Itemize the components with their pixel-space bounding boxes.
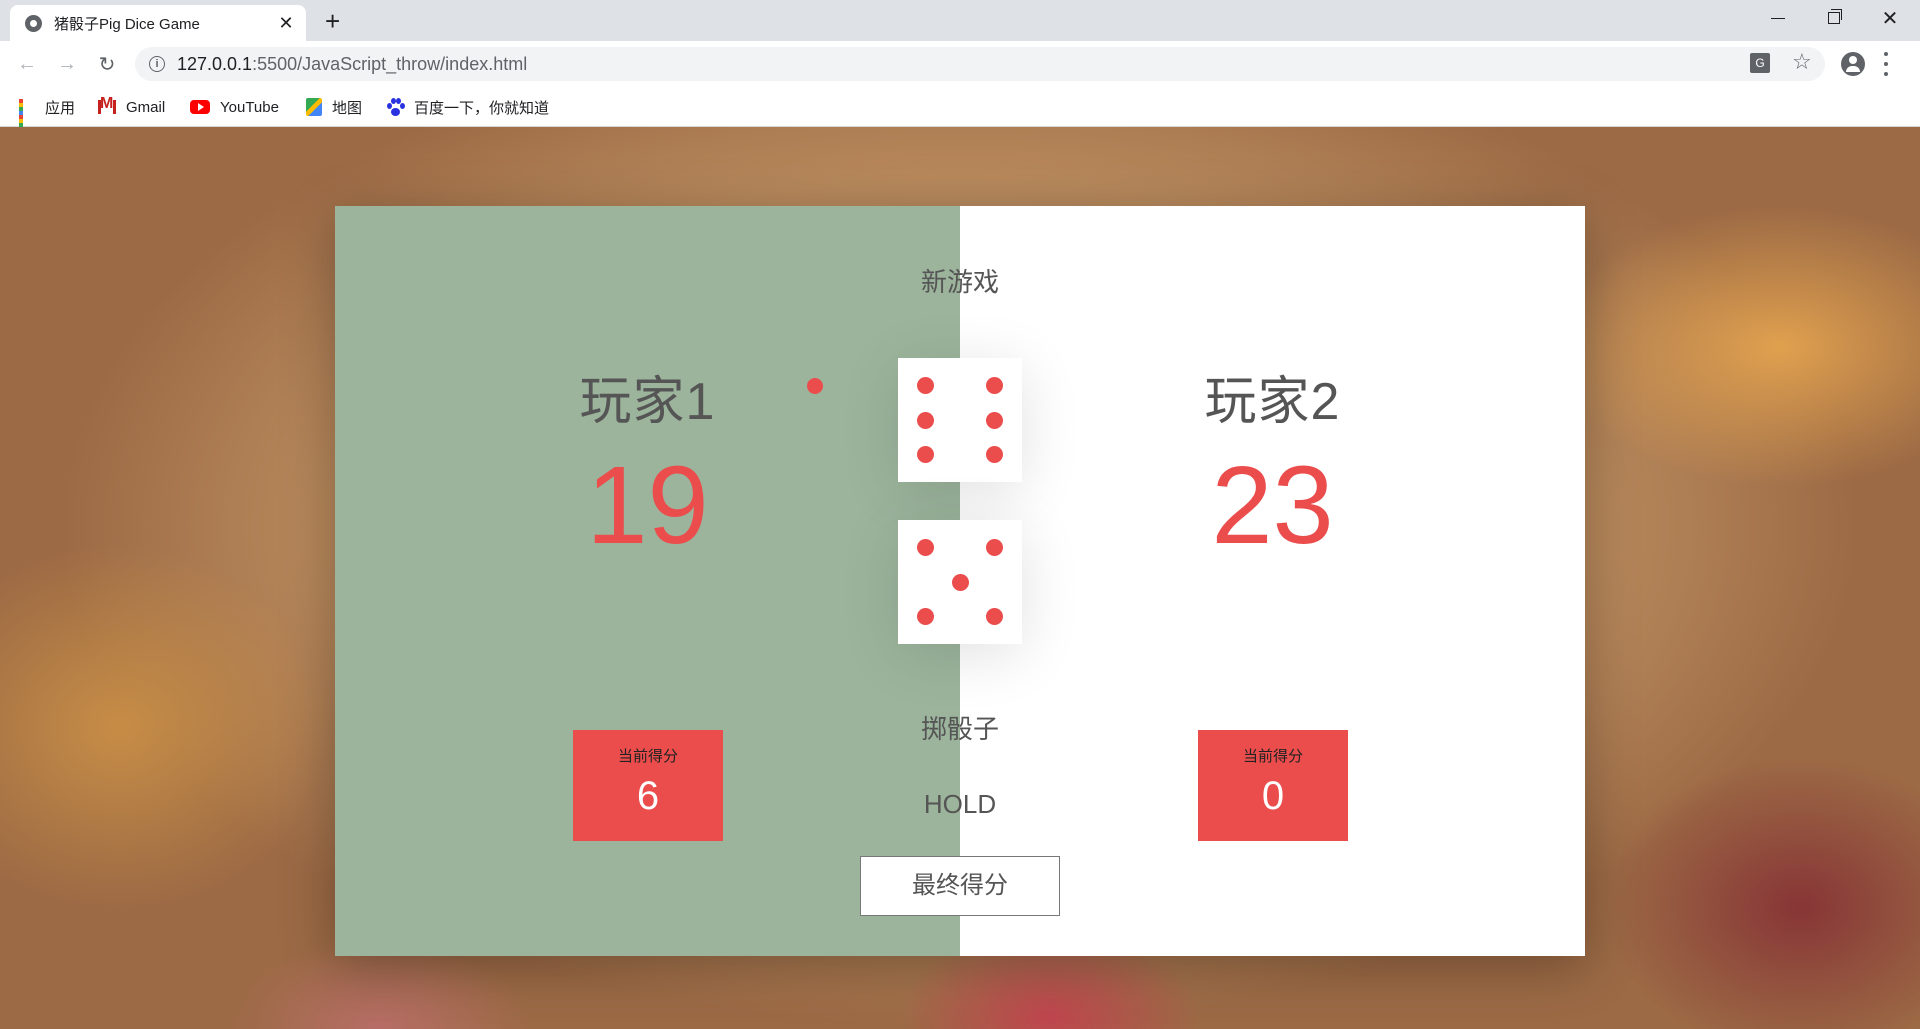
back-button[interactable]: ←	[12, 49, 42, 79]
bookmark-gmail[interactable]: Gmail	[98, 95, 165, 119]
dice-pip	[986, 538, 1004, 556]
tab-strip: 猪骰子Pig Dice Game ✕ + ✕	[0, 0, 1920, 41]
bookmark-label: 应用	[45, 99, 76, 117]
dice-pip	[916, 411, 934, 429]
player-2-score: 23	[1211, 444, 1334, 567]
dice-pip	[916, 608, 934, 626]
bookmark-maps[interactable]: 地图	[306, 95, 362, 119]
bookmark-label: 百度一下，你就知道	[414, 99, 550, 117]
dice-pip	[986, 376, 1004, 394]
restore-window-button[interactable]	[1806, 0, 1862, 36]
browser-toolbar: ← → ↻ i 127.0.0.1:5500/JavaScript_throw/…	[0, 41, 1920, 87]
forward-button[interactable]: →	[52, 49, 82, 79]
dice-pip	[986, 411, 1004, 429]
bookmark-baidu[interactable]: 百度一下，你就知道	[386, 95, 549, 119]
reload-button[interactable]: ↻	[92, 49, 122, 79]
dice-pip	[916, 538, 934, 556]
bookmark-apps[interactable]: 应用	[19, 95, 76, 135]
current-score-label: 当前得分	[1242, 748, 1303, 765]
youtube-icon	[190, 100, 210, 114]
dice-1	[898, 358, 1022, 482]
player-1-panel: 玩家1 19 当前得分 6	[335, 206, 960, 956]
apps-icon	[19, 99, 35, 135]
gmail-icon	[98, 95, 116, 114]
site-info-icon[interactable]: i	[149, 56, 165, 72]
dice-pip	[986, 446, 1004, 464]
final-score-button[interactable]: 最终得分	[860, 856, 1060, 916]
bookmarks-bar: 应用 Gmail YouTube 地图 百度一下，你就知道	[0, 87, 1920, 135]
maps-icon	[306, 98, 322, 116]
url-text[interactable]: 127.0.0.1:5500/JavaScript_throw/index.ht…	[177, 54, 527, 75]
close-window-button[interactable]: ✕	[1862, 0, 1918, 36]
dice-pip	[916, 376, 934, 394]
dice-pip	[951, 573, 969, 591]
player-2-name: 玩家2	[1204, 373, 1341, 431]
browser-menu-icon[interactable]	[1884, 52, 1888, 76]
minimize-icon	[1771, 17, 1785, 19]
new-game-button[interactable]: 新游戏	[335, 261, 1585, 300]
address-bar[interactable]: i 127.0.0.1:5500/JavaScript_throw/index.…	[135, 47, 1825, 81]
dice-pip	[986, 608, 1004, 626]
hold-button[interactable]: HOLD	[335, 788, 1585, 821]
dice-2	[898, 520, 1022, 644]
baidu-icon	[386, 98, 405, 116]
player-1-score: 19	[586, 444, 709, 567]
bookmark-star-icon[interactable]: ☆	[1792, 49, 1812, 75]
translate-icon[interactable]: G	[1750, 53, 1770, 73]
dice-pip	[916, 446, 934, 464]
profile-icon[interactable]	[1841, 52, 1865, 76]
bookmark-label: 地图	[332, 99, 363, 117]
browser-tab[interactable]: 猪骰子Pig Dice Game ✕	[10, 5, 306, 41]
active-player-indicator	[807, 378, 823, 394]
page-background: 玩家1 19 当前得分 6 玩家2 23 当前得分 0 新游戏 掷骰子 HOLD…	[0, 127, 1920, 1029]
game-board: 玩家1 19 当前得分 6 玩家2 23 当前得分 0 新游戏 掷骰子 HOLD…	[335, 206, 1585, 956]
bookmark-label: Gmail	[126, 98, 166, 116]
roll-dice-button[interactable]: 掷骰子	[335, 708, 1585, 747]
new-tab-button[interactable]: +	[325, 7, 340, 35]
player-2-panel: 玩家2 23 当前得分 0	[960, 206, 1585, 956]
tab-title: 猪骰子Pig Dice Game	[54, 15, 200, 33]
current-score-label: 当前得分	[617, 748, 678, 765]
bookmark-youtube[interactable]: YouTube	[190, 95, 279, 119]
globe-icon	[25, 14, 42, 32]
tab-close-icon[interactable]: ✕	[276, 13, 296, 34]
restore-icon	[1828, 9, 1842, 24]
minimize-window-button[interactable]	[1750, 0, 1806, 36]
bookmark-label: YouTube	[220, 98, 279, 116]
player-1-name: 玩家1	[579, 373, 716, 431]
